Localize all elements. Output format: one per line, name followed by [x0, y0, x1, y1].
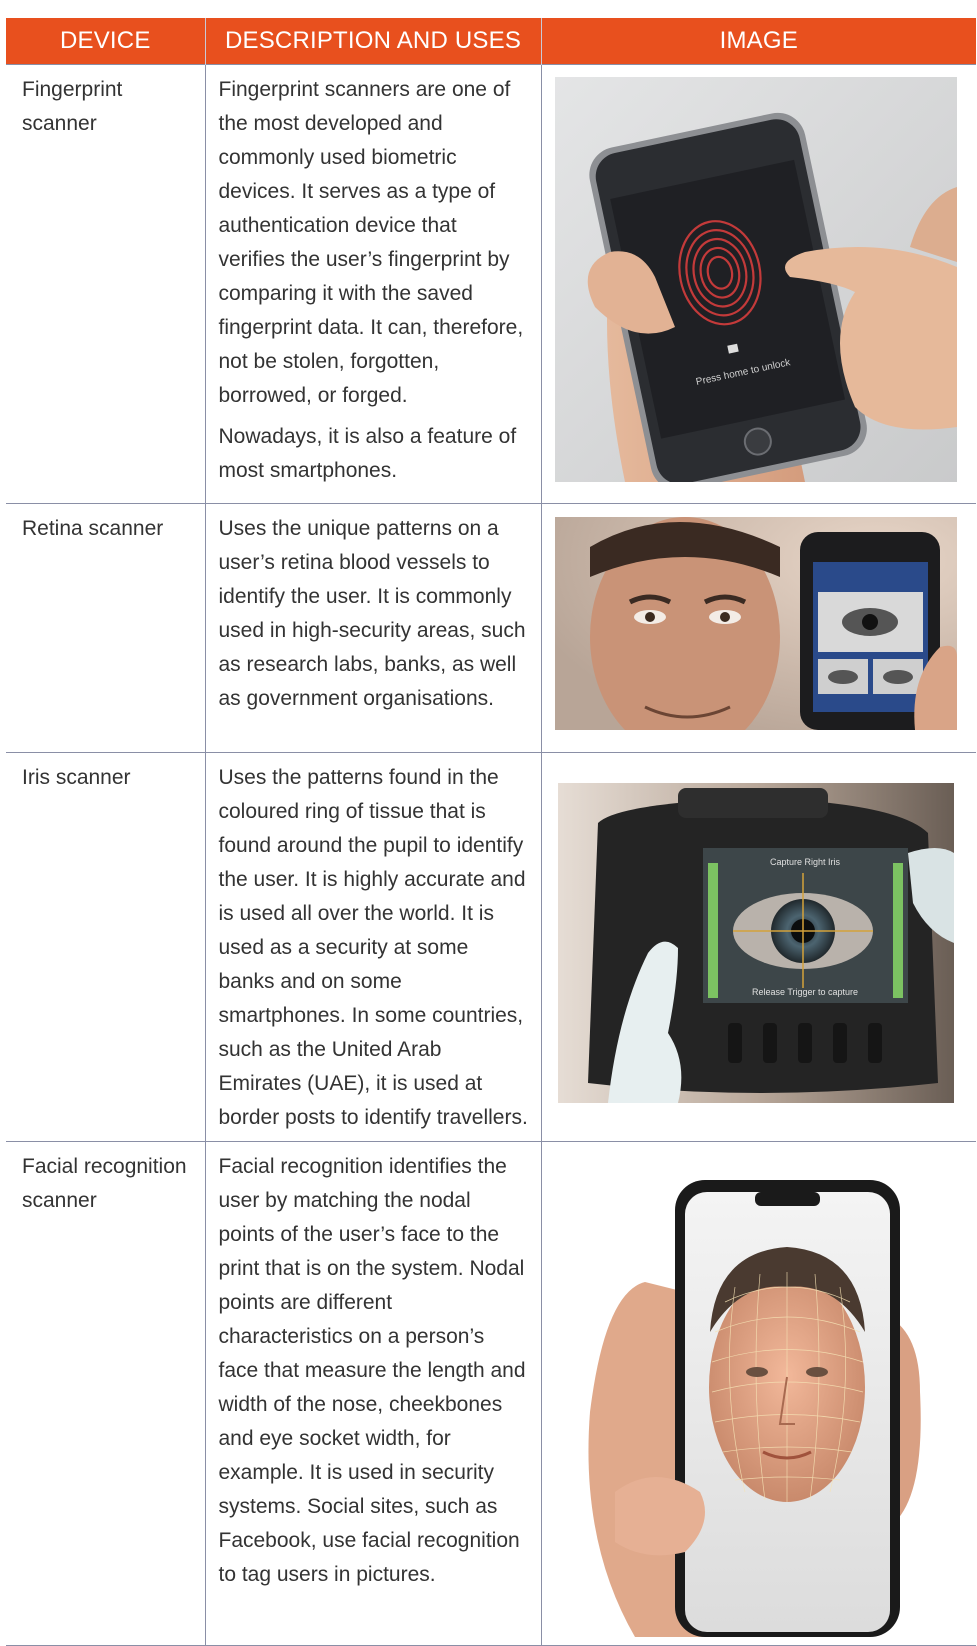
- description-paragraph: Fingerprint scanners are one of the most…: [218, 78, 524, 407]
- header-description: DESCRIPTION AND USES: [204, 18, 541, 65]
- page: DEVICE DESCRIPTION AND USES IMAGE Finger…: [0, 0, 977, 1646]
- table-row-iris: Iris scanner Uses the patterns found in …: [6, 752, 976, 1142]
- device-name: Facial recognition scanner: [6, 1141, 206, 1646]
- biometric-devices-table: DEVICE DESCRIPTION AND USES IMAGE Finger…: [6, 18, 976, 1646]
- iris-scanner-photo: Capture Right Iris Release Trigger to ca…: [557, 783, 954, 1103]
- device-image-cell: [540, 1141, 976, 1646]
- description-paragraph: Facial recognition identifies the user b…: [218, 1155, 526, 1586]
- device-name: Fingerprint scanner: [6, 64, 206, 504]
- retina-scanner-photo: [554, 517, 957, 730]
- table-header-row: DEVICE DESCRIPTION AND USES IMAGE: [6, 18, 976, 65]
- device-description: Uses the patterns found in the coloured …: [204, 752, 542, 1142]
- table-row-retina: Retina scanner Uses the unique patterns …: [6, 503, 976, 753]
- device-name: Retina scanner: [6, 503, 206, 753]
- description-paragraph: Nowadays, it is also a feature of most s…: [218, 425, 517, 482]
- fingerprint-phone-photo: Press home to unlock: [554, 77, 957, 482]
- table-row-facial: Facial recognition scanner Facial recogn…: [6, 1141, 976, 1646]
- screen-text-bottom: Release Trigger to capture: [751, 987, 857, 997]
- device-description: Uses the unique patterns on a user’s ret…: [204, 503, 542, 753]
- device-name: Iris scanner: [6, 752, 206, 1142]
- device-description: Facial recognition identifies the user b…: [204, 1141, 542, 1646]
- device-description: Fingerprint scanners are one of the most…: [204, 64, 542, 504]
- description-paragraph: Uses the patterns found in the coloured …: [218, 766, 528, 1129]
- description-paragraph: Uses the unique patterns on a user’s ret…: [218, 517, 526, 710]
- device-image-cell: Capture Right Iris Release Trigger to ca…: [540, 752, 976, 1142]
- device-image-cell: Press home to unlock: [540, 64, 976, 504]
- table-row-fingerprint: Fingerprint scanner Fingerprint scanners…: [6, 64, 976, 504]
- device-image-cell: [540, 503, 976, 753]
- facial-recognition-phone-photo: [574, 1162, 955, 1637]
- header-image: IMAGE: [540, 18, 976, 65]
- screen-text-top: Capture Right Iris: [769, 857, 840, 867]
- header-device: DEVICE: [6, 18, 205, 65]
